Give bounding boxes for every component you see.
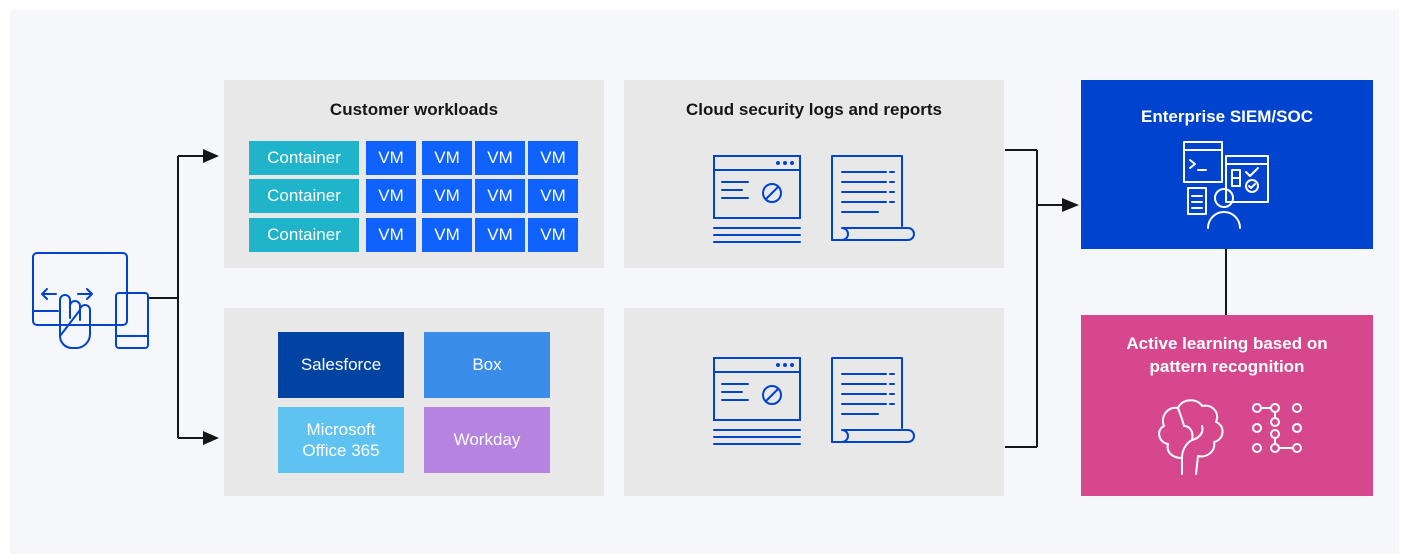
container-cell: Container: [249, 141, 359, 175]
vm-cell: VM: [366, 218, 416, 252]
arrow-head-bottom: [203, 431, 219, 445]
vm-cell: VM: [422, 179, 472, 213]
enterprise-siem-title: Enterprise SIEM/SOC: [1141, 107, 1313, 126]
document-scroll-icon: [831, 155, 915, 241]
brain-icon: [1158, 399, 1224, 475]
vm-cell: VM: [475, 218, 525, 252]
box-tile: Box: [424, 332, 550, 398]
customer-workloads-title: Customer workloads: [329, 100, 499, 119]
workday-tile: Workday: [424, 407, 550, 473]
soc-analyst-icon: [1183, 141, 1269, 229]
document-scroll-icon: [831, 357, 915, 443]
dashboard-report-icon: [713, 155, 801, 243]
vm-cell: VM: [366, 179, 416, 213]
vm-cell: VM: [475, 179, 525, 213]
security-logs-title: Cloud security logs and reports: [686, 100, 942, 119]
active-learning-title: Active learning based on pattern recogni…: [1126, 334, 1328, 376]
dashboard-report-icon: [713, 357, 801, 445]
arrow-head-siem: [1062, 198, 1079, 212]
arrow-head-top: [203, 149, 219, 163]
vm-cell: VM: [366, 141, 416, 175]
microsoft-office-tile: Microsoft Office 365: [278, 407, 404, 473]
vm-cell: VM: [422, 141, 472, 175]
container-cell: Container: [249, 218, 359, 252]
vm-cell: VM: [528, 141, 578, 175]
vm-cell: VM: [422, 218, 472, 252]
vm-cell: VM: [528, 218, 578, 252]
container-cell: Container: [249, 179, 359, 213]
pattern-network-icon: [1252, 403, 1302, 453]
vm-cell: VM: [528, 179, 578, 213]
salesforce-tile: Salesforce: [278, 332, 404, 398]
security-logs-panel-secondary: [624, 308, 1004, 496]
security-logs-panel: Cloud security logs and reports: [624, 80, 1004, 268]
vm-cell: VM: [475, 141, 525, 175]
user-device-icon: [32, 252, 149, 349]
